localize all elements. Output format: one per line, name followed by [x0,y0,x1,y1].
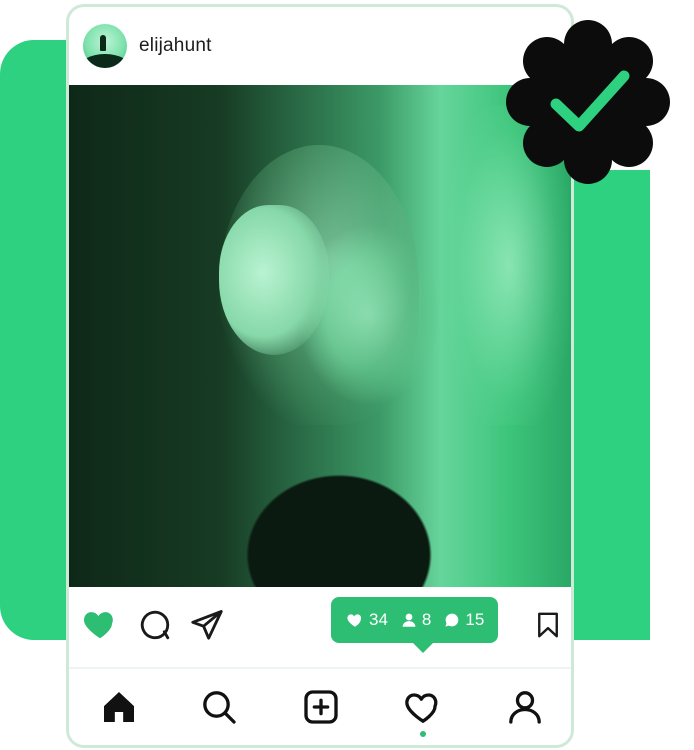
heart-filled-icon[interactable] [81,605,119,643]
bottom-nav [69,669,571,745]
plus-square-icon[interactable] [301,687,341,727]
username[interactable]: elijahunt [139,35,212,57]
avatar[interactable] [83,24,127,68]
active-indicator-dot [420,731,426,737]
photo-face [219,205,329,355]
user-icon [402,613,416,627]
verified-check-icon [506,20,670,184]
avatar-silhouette-icon [100,35,106,51]
comment-icon[interactable] [137,607,173,643]
search-icon[interactable] [199,687,239,727]
comments-stat: 15 [443,610,484,630]
profile-icon[interactable] [505,687,545,727]
post-card: elijahunt 34 8 15 [66,4,574,748]
likes-count: 34 [369,610,388,629]
comment-bubble-icon [445,613,459,627]
avatar-hill [83,54,127,68]
post-header: elijahunt [69,7,571,85]
followers-count: 8 [421,610,432,629]
bookmark-icon[interactable] [533,609,563,641]
send-icon[interactable] [189,607,225,643]
home-icon[interactable] [99,687,139,727]
activity-heart-icon[interactable] [403,687,443,727]
post-stats-bubble: 34 8 15 [331,597,499,653]
followers-stat: 8 [400,610,431,630]
post-actions: 34 8 15 [69,587,571,667]
comments-count: 15 [465,610,485,629]
post-photo[interactable] [69,85,571,587]
stage: elijahunt 34 8 15 [0,0,694,750]
likes-stat: 34 [345,610,388,630]
heart-icon [347,614,362,627]
